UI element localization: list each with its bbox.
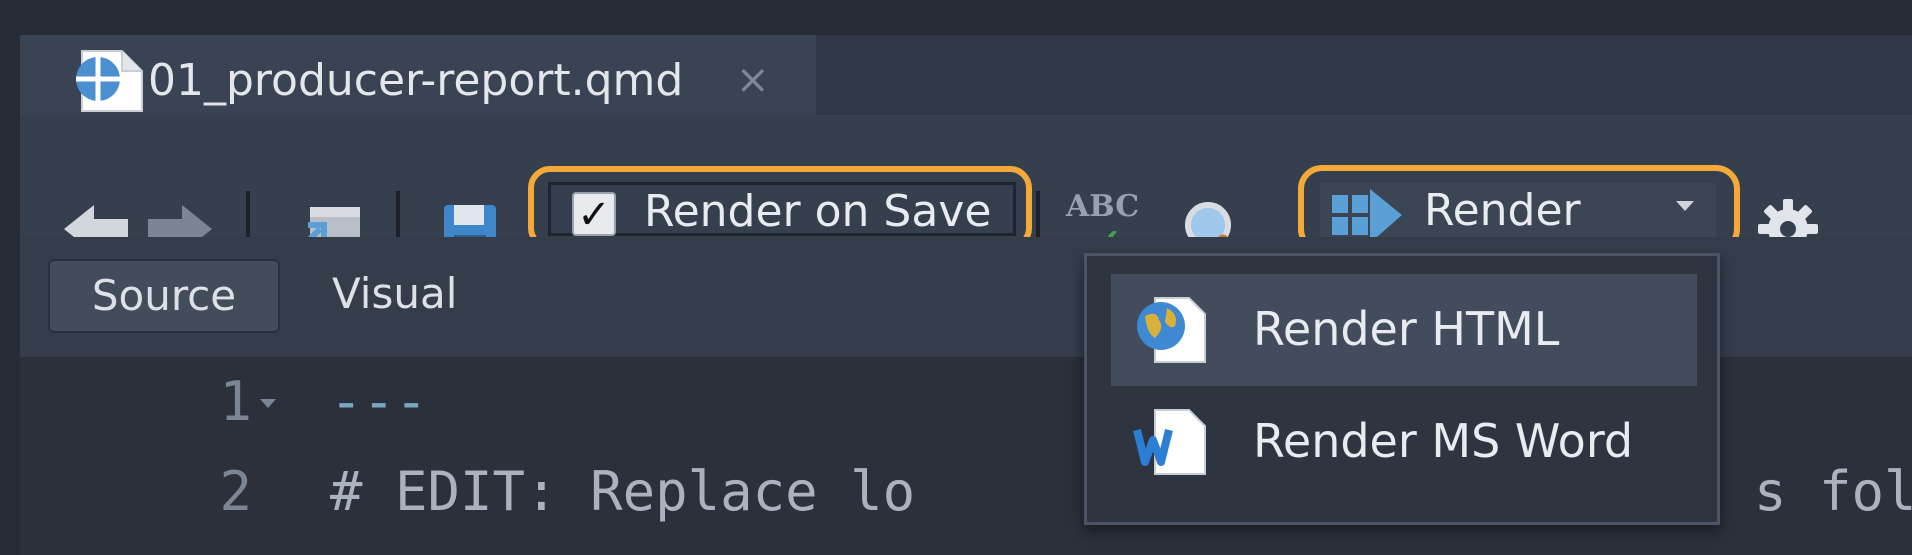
- tab-filename: 01_producer-report.qmd: [148, 55, 684, 106]
- render-on-save-label: Render on Save: [644, 186, 992, 237]
- render-on-save-checkbox[interactable]: ✓: [572, 192, 616, 236]
- fold-chevron-icon[interactable]: [260, 399, 276, 408]
- menu-item-render-word[interactable]: Render MS Word: [1111, 386, 1697, 498]
- menu-item-label: Render HTML: [1253, 302, 1560, 356]
- code-text: ---: [330, 370, 428, 433]
- mode-visual-button[interactable]: Visual: [332, 259, 457, 333]
- quarto-file-icon: [60, 45, 150, 117]
- tab-file[interactable]: 01_producer-report.qmd ×: [20, 35, 816, 115]
- line-number: 1: [219, 370, 252, 433]
- render-dropdown-menu: Render HTML Render MS Word: [1084, 253, 1720, 525]
- editor-toolbar: ✓ Render on Save ABC ✓: [20, 115, 1912, 271]
- close-icon[interactable]: ×: [736, 57, 770, 103]
- menu-item-render-html[interactable]: Render HTML: [1111, 274, 1697, 386]
- word-document-icon: [1131, 406, 1211, 482]
- chevron-down-icon[interactable]: [1676, 201, 1694, 211]
- code-text: s fol: [1754, 460, 1912, 523]
- render-button-label: Render: [1424, 185, 1581, 236]
- menu-item-label: Render MS Word: [1253, 414, 1634, 468]
- globe-html-icon: [1131, 294, 1211, 370]
- tab-bar: 01_producer-report.qmd ×: [20, 35, 1912, 115]
- mode-source-button[interactable]: Source: [48, 259, 280, 333]
